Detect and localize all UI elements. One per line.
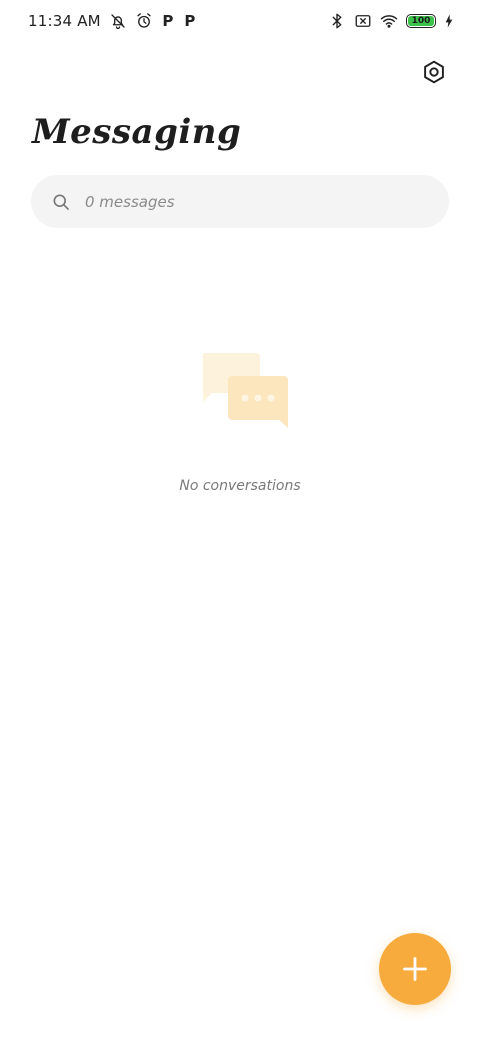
p-app-icon: P — [184, 12, 196, 30]
new-conversation-button[interactable] — [379, 933, 451, 1005]
search-bar[interactable] — [31, 175, 449, 228]
settings-hexagon-icon — [421, 59, 447, 85]
chat-bubbles-icon — [202, 353, 288, 428]
search-input[interactable] — [83, 191, 407, 212]
empty-state-message: No conversations — [179, 478, 301, 494]
settings-button[interactable] — [418, 56, 450, 88]
search-icon — [51, 192, 71, 212]
battery-level: 100 — [411, 15, 431, 26]
status-right: 100 — [328, 12, 454, 30]
status-bar: 11:34 AM P P 100 — [0, 0, 480, 42]
bluetooth-icon — [328, 12, 346, 30]
alarm-icon — [135, 12, 153, 30]
empty-state: No conversations — [0, 350, 480, 494]
notifications-off-icon — [109, 12, 127, 30]
status-time: 11:34 AM — [28, 12, 101, 30]
charging-icon — [444, 12, 454, 30]
plus-icon — [401, 955, 429, 983]
no-sim-icon — [354, 12, 372, 30]
p-app-icon: P — [162, 12, 174, 30]
status-left: 11:34 AM P P — [28, 12, 197, 30]
battery-icon: 100 — [406, 14, 436, 28]
wifi-icon — [380, 12, 398, 30]
page-title: Messaging — [32, 112, 242, 152]
